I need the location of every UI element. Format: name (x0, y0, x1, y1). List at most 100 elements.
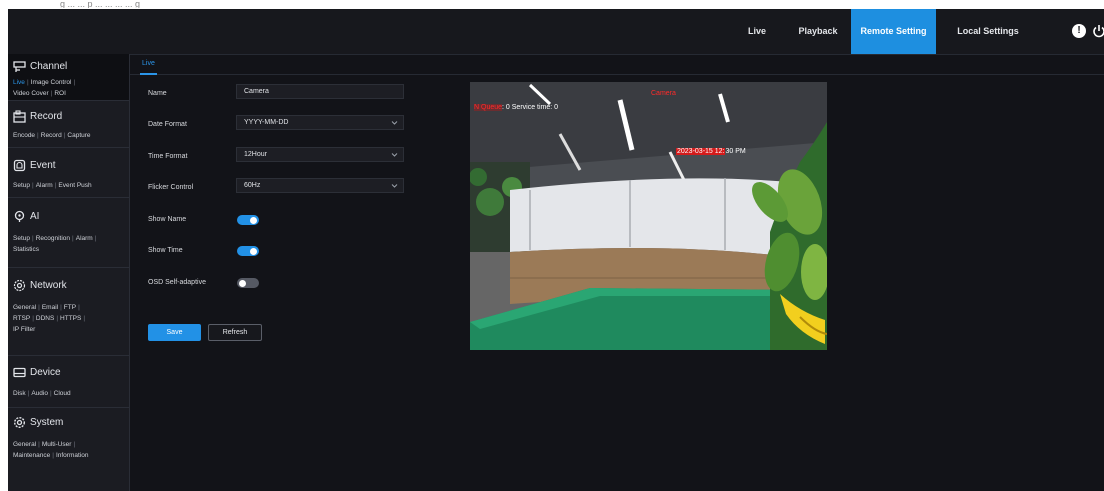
sidebar-header-event[interactable]: Event (13, 148, 129, 176)
power-icon[interactable] (1092, 24, 1104, 38)
sidebar-link-audio[interactable]: Audio (31, 390, 48, 397)
sidebar-title-record: Record (30, 110, 63, 122)
sidebar-link-video-cover[interactable]: Video Cover (13, 90, 49, 97)
chevron-down-icon (391, 184, 398, 188)
sidebar-section-system: System General | Multi-User | Maintenance | I… (8, 408, 129, 491)
sidebar-title-ai: AI (30, 210, 40, 222)
sidebar-link-net-ddns[interactable]: DDNS (36, 315, 54, 322)
sidebar-link-encode[interactable]: Encode (13, 132, 35, 139)
network-icon (13, 279, 26, 291)
sidebar-section-record: Record Encode | Record | Capture (8, 101, 129, 148)
sidebar-header-channel[interactable]: Channel (13, 54, 129, 77)
show-time-toggle[interactable] (237, 246, 259, 256)
flicker-control-select[interactable]: 60Hz (236, 178, 404, 193)
sidebar-link-net-email[interactable]: Email (42, 304, 58, 311)
toggle-knob (239, 279, 246, 287)
sidebar-links-record: Encode | Record | Capture (13, 132, 91, 139)
sidebar-link-ai-recognition[interactable]: Recognition (36, 235, 70, 242)
sidebar-link-sys-multi-user[interactable]: Multi-User (42, 441, 72, 448)
channel-icon (13, 60, 26, 72)
sidebar-header-record[interactable]: Record (13, 101, 129, 127)
sidebar-link-ai-statistics[interactable]: Statistics (13, 246, 39, 253)
camera-preview[interactable]: Camera N Queue: 0 Service time: 0 2023-0… (470, 82, 827, 350)
time-format-label: Time Format (148, 153, 188, 160)
sidebar-title-network: Network (30, 279, 67, 291)
show-time-label: Show Time (148, 247, 183, 254)
sidebar-link-ai-setup[interactable]: Setup (13, 235, 30, 242)
sidebar-section-ai: AI Setup | Recognition | Alarm | Statistics (8, 198, 129, 268)
toggle-knob (250, 247, 257, 255)
sidebar-link-live[interactable]: Live (13, 79, 25, 86)
ai-icon (14, 210, 25, 222)
sidebar-links-network: General | Email | FTP | RTSP | DDNS | HTTPS | IP F… (13, 304, 86, 333)
sidebar-link-event-push[interactable]: Event Push (58, 182, 91, 189)
refresh-button[interactable]: Refresh (208, 324, 262, 341)
sidebar-link-sys-information[interactable]: Information (56, 452, 89, 459)
date-format-value: YYYY-MM-DD (244, 119, 289, 126)
event-icon (13, 159, 26, 171)
osd-status: N Queue: 0 Service time: 0 (474, 104, 558, 111)
page-caption: g ... ... p ... ... ... ... g (60, 0, 141, 8)
sidebar-link-disk[interactable]: Disk (13, 390, 26, 397)
sidebar-link-record[interactable]: Record (41, 132, 62, 139)
sidebar-links-device: Disk | Audio | Cloud (13, 390, 71, 397)
sidebar-title-device: Device (30, 366, 61, 378)
osd-time-red: 2023-03-15 12: (676, 148, 726, 155)
osd-self-adaptive-toggle[interactable] (237, 278, 259, 288)
sidebar-header-network[interactable]: Network (13, 268, 129, 296)
nav-remote-setting[interactable]: Remote Setting (851, 9, 936, 54)
sidebar-link-sys-maintenance[interactable]: Maintenance (13, 452, 50, 459)
time-format-value: 12Hour (244, 151, 267, 158)
sidebar: Channel Live | Image Control | Video Cover |… (8, 54, 130, 491)
sidebar-links-ai: Setup | Recognition | Alarm | Statistics (13, 235, 97, 253)
app-window: Live Playback Remote Setting Local Setti… (8, 9, 1104, 491)
sidebar-link-capture[interactable]: Capture (67, 132, 90, 139)
sidebar-header-ai[interactable]: AI (13, 198, 129, 227)
sidebar-header-device[interactable]: Device (13, 356, 129, 383)
sidebar-links-system: General | Multi-User | Maintenance | Informat… (13, 441, 89, 459)
nav-playback[interactable]: Playback (788, 9, 848, 54)
system-gear-icon (13, 416, 26, 428)
date-format-label: Date Format (148, 121, 187, 128)
sidebar-link-image-control[interactable]: Image Control (31, 79, 72, 86)
osd-status-rest: : 0 Service time: 0 (502, 104, 559, 111)
nav-local-settings[interactable]: Local Settings (943, 9, 1033, 54)
sidebar-link-sys-general[interactable]: General (13, 441, 36, 448)
osd-status-red: N Queue (474, 104, 503, 111)
sidebar-link-ai-alarm[interactable]: Alarm (76, 235, 93, 242)
sidebar-link-event-setup[interactable]: Setup (13, 182, 30, 189)
sidebar-link-net-ftp[interactable]: FTP (64, 304, 76, 311)
sidebar-header-system[interactable]: System (13, 408, 129, 433)
info-icon[interactable]: ! (1072, 24, 1086, 38)
sidebar-links-channel: Live | Image Control | Video Cover | ROI (13, 79, 76, 97)
sidebar-section-event: Event Setup | Alarm | Event Push (8, 148, 129, 198)
flicker-control-value: 60Hz (244, 182, 261, 189)
nav-live[interactable]: Live (732, 9, 782, 54)
sidebar-title-event: Event (30, 159, 56, 171)
record-icon (13, 109, 26, 123)
tab-live[interactable]: Live (140, 54, 157, 75)
date-format-select[interactable]: YYYY-MM-DD (236, 115, 404, 130)
sidebar-section-channel: Channel Live | Image Control | Video Cover |… (8, 54, 129, 101)
osd-timestamp: 2023-03-15 12:30 PM (676, 148, 746, 155)
sidebar-link-net-ip-filter[interactable]: IP Filter (13, 326, 35, 333)
show-name-toggle[interactable] (237, 215, 259, 225)
time-format-select[interactable]: 12Hour (236, 147, 404, 162)
sidebar-title-system: System (30, 416, 64, 428)
osd-time-rest: 30 PM (725, 148, 746, 155)
sidebar-section-device: Device Disk | Audio | Cloud (8, 356, 129, 408)
sidebar-link-net-https[interactable]: HTTPS (60, 315, 81, 322)
osd-self-adaptive-label: OSD Self-adaptive (148, 279, 206, 286)
sidebar-link-net-rtsp[interactable]: RTSP (13, 315, 30, 322)
flicker-control-label: Flicker Control (148, 184, 194, 191)
camera-scene (470, 82, 827, 350)
name-label: Name (148, 90, 167, 97)
sidebar-link-net-general[interactable]: General (13, 304, 36, 311)
save-button[interactable]: Save (148, 324, 201, 341)
name-field[interactable]: Camera (236, 84, 404, 99)
sidebar-link-roi[interactable]: ROI (54, 90, 66, 97)
sidebar-link-cloud[interactable]: Cloud (54, 390, 71, 397)
sidebar-link-event-alarm[interactable]: Alarm (36, 182, 53, 189)
tab-bar: Live (130, 54, 1104, 75)
sidebar-links-event: Setup | Alarm | Event Push (13, 182, 92, 189)
